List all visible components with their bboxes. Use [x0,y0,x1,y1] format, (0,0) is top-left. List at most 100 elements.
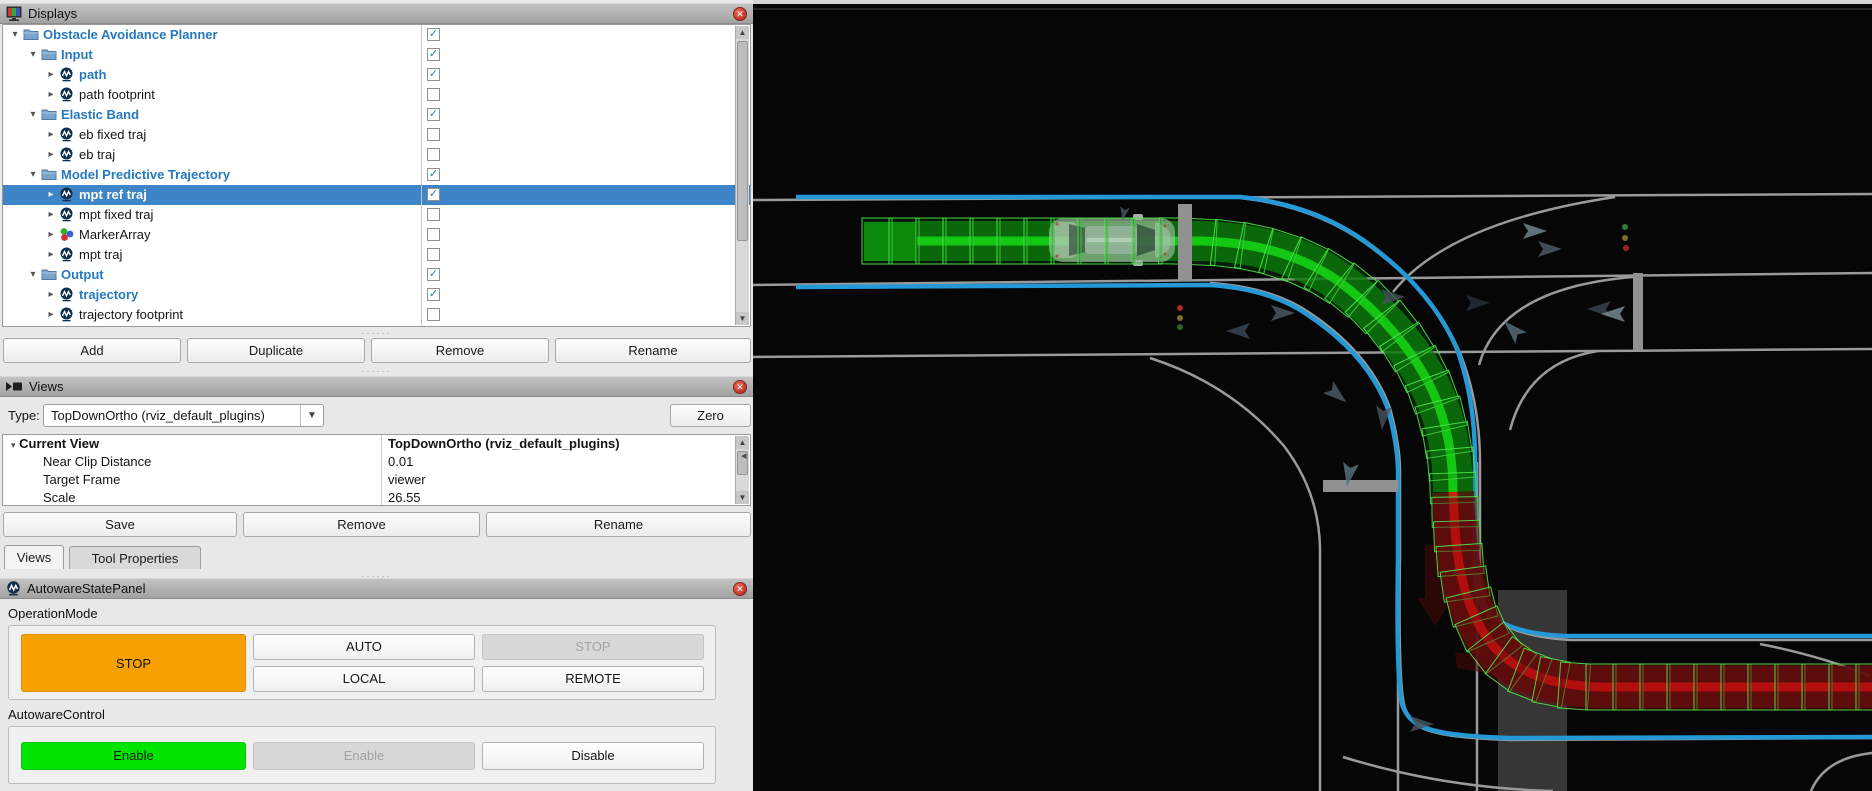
tree-item-label: Obstacle Avoidance Planner [43,25,218,45]
tree-row[interactable]: ▸path✓ [3,65,750,85]
zero-button[interactable]: Zero [670,404,751,427]
views-panel-title: Views [29,379,63,394]
tree-row[interactable]: ▾ Elastic Band ✓ [3,105,750,125]
tree-row[interactable]: ▸ mpt ref traj ✓ [3,185,750,205]
checkbox[interactable] [427,248,440,261]
splitter-handle[interactable]: ······ [0,367,753,375]
checkbox[interactable] [427,88,440,101]
save-button[interactable]: Save [3,512,237,537]
views-panel-titlebar[interactable]: Views ✕ [0,376,753,397]
views-scrollbar[interactable]: ▲ ▼ [735,436,749,504]
chevron-down-icon[interactable]: ▾ [9,25,21,45]
chevron-right-icon[interactable]: ▸ [45,125,57,145]
checkbox[interactable]: ✓ [427,28,440,41]
property-row[interactable]: Target Frameviewer [3,471,750,489]
duplicate-button[interactable]: Duplicate [187,338,365,363]
tree-item-label: mpt ref traj [79,185,147,205]
tree-row[interactable]: ▾Model Predictive Trajectory✓ [3,165,750,185]
auto-button[interactable]: AUTO [253,634,475,660]
chevron-right-icon[interactable]: ▸ [45,65,57,85]
scroll-up-icon[interactable]: ▲ [736,436,749,449]
checkbox[interactable]: ✓ [427,48,440,61]
displays-tree[interactable]: ▾Obstacle Avoidance Planner✓▾Input✓▸path… [2,24,751,327]
tree-row[interactable]: ▾Output✓ [3,265,750,285]
checkbox[interactable]: ✓ [427,68,440,81]
tree-row[interactable]: ▸ eb fixed traj [3,125,750,145]
tree-item-label: Elastic Band [61,105,139,125]
checkbox[interactable]: ✓ [427,268,440,281]
scrollbar-thumb[interactable] [737,41,748,241]
autoware-display-icon [59,67,74,82]
tree-item-label: eb fixed traj [79,125,146,145]
scroll-down-icon[interactable]: ▼ [736,312,749,325]
tree-row[interactable]: ▾Input✓ [3,45,750,65]
checkbox[interactable]: ✓ [427,288,440,301]
scroll-up-icon[interactable]: ▲ [736,26,749,39]
tree-item-label: trajectory footprint [79,305,183,325]
tree-item-label: trajectory [79,285,138,305]
add-button[interactable]: Add [3,338,181,363]
rename-button[interactable]: Rename [555,338,751,363]
tree-row[interactable]: ▸path footprint [3,85,750,105]
remote-button[interactable]: REMOTE [482,666,704,692]
checkbox[interactable] [427,228,440,241]
close-icon[interactable]: ✕ [733,582,747,596]
checkbox[interactable]: ✓ [427,168,440,181]
tree-row[interactable]: ▸ trajectory ✓ [3,285,750,305]
checkbox[interactable]: ✓ [427,188,440,201]
current-view-properties[interactable]: ▾ Current ViewTopDownOrtho (rviz_default… [2,434,751,506]
checkbox[interactable] [427,208,440,221]
autoware-panel-titlebar[interactable]: AutowareStatePanel ✕ [0,578,753,599]
chevron-right-icon[interactable]: ▸ [45,245,57,265]
tab-tool-properties[interactable]: Tool Properties [69,546,201,569]
remove-button[interactable]: Remove [243,512,480,537]
scroll-down-icon[interactable]: ▼ [736,491,749,504]
autoware-control-label: AutowareControl [8,707,105,722]
enable-button-disabled[interactable]: Enable [253,742,475,770]
chevron-right-icon[interactable]: ▸ [45,205,57,225]
chevron-right-icon[interactable]: ▸ [45,225,57,245]
disable-button[interactable]: Disable [482,742,704,770]
chevron-right-icon[interactable]: ▸ [45,85,57,105]
enable-state-button[interactable]: Enable [21,742,246,770]
property-row[interactable]: ▾ Current ViewTopDownOrtho (rviz_default… [3,435,750,453]
3d-viewport[interactable] [753,0,1872,791]
chevron-right-icon[interactable]: ▸ [45,305,57,325]
remove-button[interactable]: Remove [371,338,549,363]
checkbox[interactable]: ✓ [427,108,440,121]
displays-scrollbar[interactable]: ▲ ▼ [735,26,749,325]
view-type-value: TopDownOrtho (rviz_default_plugins) [51,408,265,423]
autoware-display-icon [59,147,74,162]
tree-row[interactable]: ▸mpt traj [3,245,750,265]
close-icon[interactable]: ✕ [733,7,747,21]
checkbox[interactable] [427,128,440,141]
chevron-down-icon[interactable]: ▾ [27,45,39,65]
tab-views[interactable]: Views [4,545,64,569]
tree-row[interactable]: ▸MarkerArray [3,225,750,245]
rename-button[interactable]: Rename [486,512,751,537]
chevron-down-icon[interactable]: ▾ [27,165,39,185]
local-button[interactable]: LOCAL [253,666,475,692]
tree-row[interactable]: ▾ Obstacle Avoidance Planner ✓ [3,25,750,45]
view-type-dropdown[interactable]: TopDownOrtho (rviz_default_plugins) ▼ [43,404,324,427]
stop-button-disabled[interactable]: STOP [482,634,704,660]
splitter-handle[interactable]: ······ [0,329,753,337]
operation-mode-state-button[interactable]: STOP [21,634,246,692]
property-row[interactable]: Scale26.55 [3,489,750,506]
tree-row[interactable]: ▸ trajectory footprint [3,305,750,325]
chevron-down-icon[interactable]: ▾ [27,265,39,285]
autoware-display-icon [59,247,74,262]
close-icon[interactable]: ✕ [733,380,747,394]
chevron-right-icon[interactable]: ▸ [45,185,57,205]
chevron-right-icon[interactable]: ▸ [45,145,57,165]
checkbox[interactable] [427,308,440,321]
tree-row[interactable]: ▸eb traj [3,145,750,165]
view-type-label: Type: [8,404,40,427]
chevron-right-icon[interactable]: ▸ [45,285,57,305]
tree-row[interactable]: ▸mpt fixed traj [3,205,750,225]
property-row[interactable]: Near Clip Distance0.01 [3,453,750,471]
panel-collapse-arrow[interactable]: ◂ [741,449,747,462]
displays-panel-titlebar[interactable]: Displays ✕ [0,3,753,24]
checkbox[interactable] [427,148,440,161]
chevron-down-icon[interactable]: ▾ [27,105,39,125]
